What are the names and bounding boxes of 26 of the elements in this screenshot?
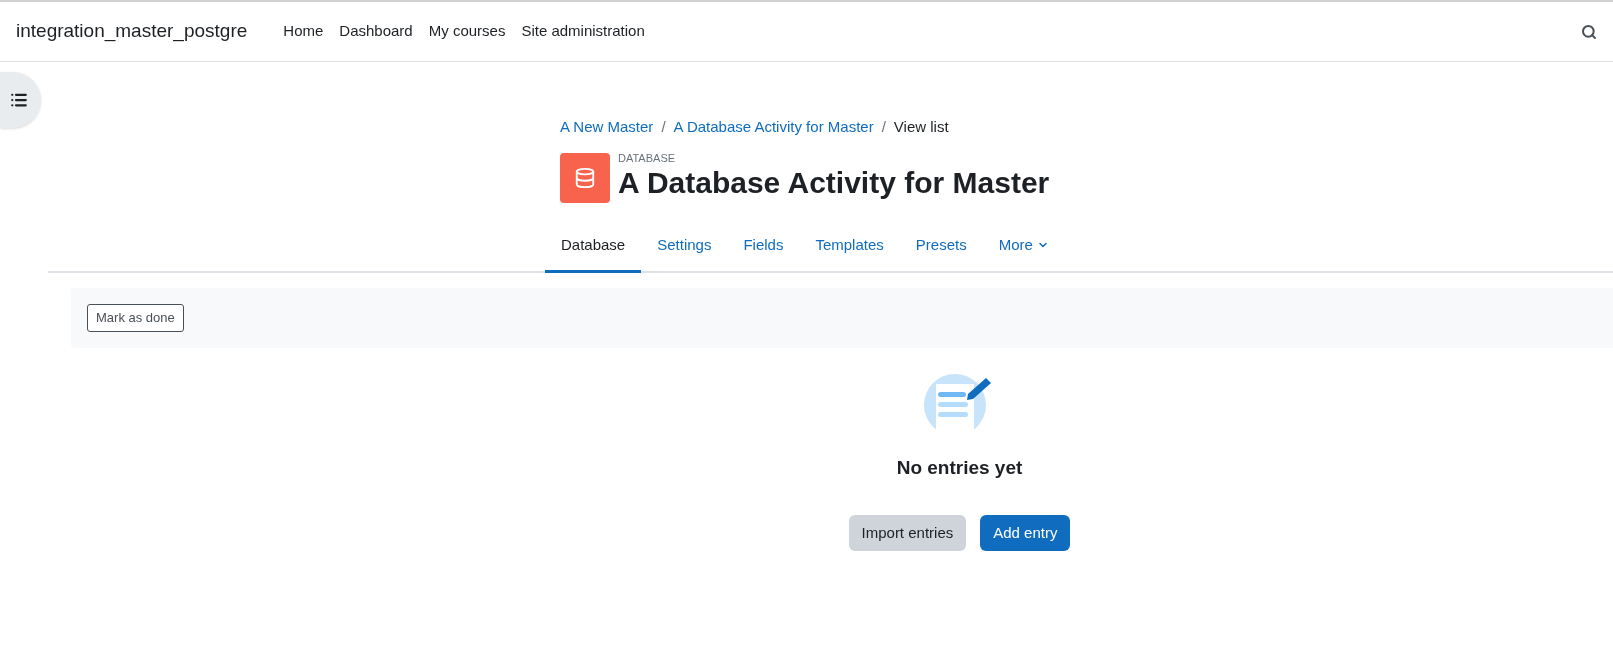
- mark-as-done-button[interactable]: Mark as done: [87, 303, 184, 332]
- tab[interactable]: Templates: [799, 220, 900, 273]
- activity-type: DATABASE: [618, 153, 677, 165]
- nav-link[interactable]: Dashboard: [339, 20, 413, 43]
- site-name[interactable]: integration_master_postgre: [16, 17, 248, 46]
- tab[interactable]: Settings: [641, 220, 728, 273]
- page-title: A Database Activity for Master: [618, 165, 1050, 202]
- add-entry-button[interactable]: Add entry: [980, 515, 1071, 551]
- breadcrumb-current: View list: [893, 117, 949, 137]
- drawer-toggle-button[interactable]: [0, 72, 41, 128]
- tab[interactable]: Presets: [899, 220, 983, 273]
- tab[interactable]: More: [982, 220, 1065, 273]
- search-icon[interactable]: [1581, 23, 1597, 40]
- nav-link[interactable]: My courses: [428, 20, 506, 43]
- empty-message: No entries yet: [896, 455, 1023, 480]
- breadcrumb-link[interactable]: A Database Activity for Master: [673, 116, 874, 139]
- nav-link[interactable]: Home: [283, 20, 324, 43]
- breadcrumb-link[interactable]: A New Master: [560, 116, 654, 139]
- breadcrumb-separator: /: [881, 117, 886, 137]
- import-entries-button[interactable]: Import entries: [848, 515, 967, 551]
- nav-link[interactable]: Site administration: [521, 20, 645, 43]
- list-icon: [10, 91, 28, 109]
- breadcrumb-separator: /: [661, 117, 666, 137]
- tab[interactable]: Database: [545, 220, 642, 273]
- database-icon: [560, 152, 610, 203]
- tab[interactable]: Fields: [727, 220, 800, 273]
